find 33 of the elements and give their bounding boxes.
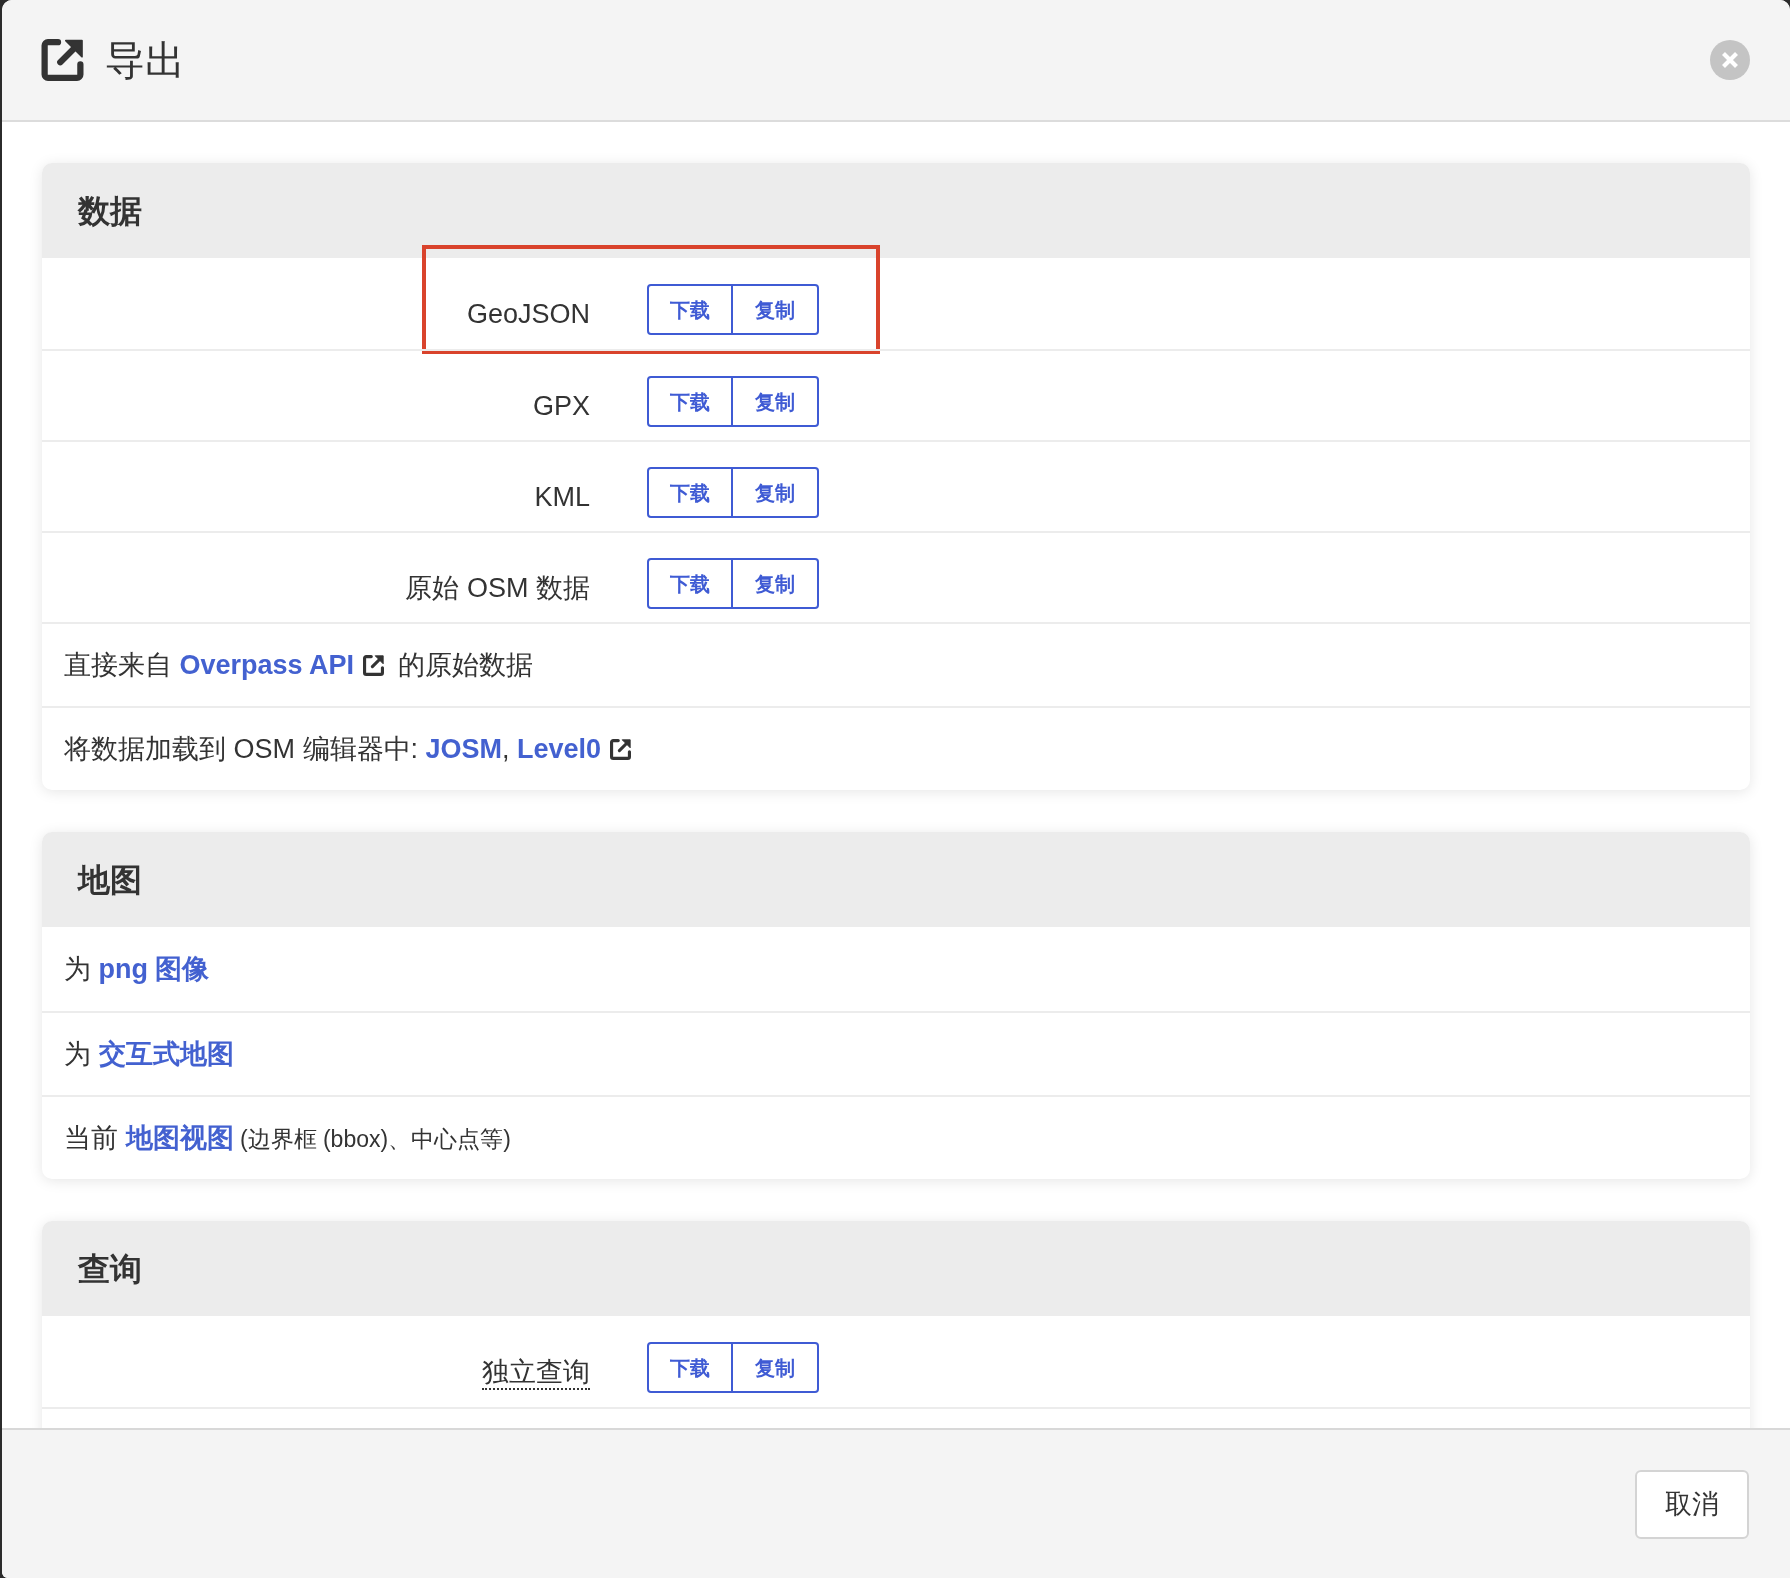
cancel-button[interactable]: 取消 (1635, 1469, 1749, 1539)
format-label: 独立查询 (482, 1356, 590, 1390)
copy-button[interactable]: 复制 (733, 284, 819, 335)
download-button[interactable]: 下载 (647, 284, 733, 335)
download-button[interactable]: 下载 (647, 467, 733, 518)
close-icon[interactable] (1710, 40, 1750, 80)
download-button[interactable]: 下载 (647, 376, 733, 427)
format-label: KML (534, 481, 590, 514)
row-text: 为 png 图像 (64, 952, 210, 986)
dialog-title: 导出 (105, 40, 185, 80)
copy-button[interactable]: 复制 (733, 467, 819, 518)
export-icon (41, 39, 84, 81)
link[interactable]: 交互式地图 (98, 1038, 234, 1069)
row-text: 将数据加载到 OSM 编辑器中: JOSM, Level0 (64, 732, 638, 766)
link[interactable]: Level0 (517, 733, 602, 764)
link[interactable]: JOSM (425, 733, 503, 764)
row-text: 为 交互式地图 (64, 1037, 234, 1071)
row-text: 直接来自 Overpass API 的原始数据 (64, 648, 533, 682)
link[interactable]: Overpass API (179, 649, 355, 680)
row-text: 当前 地图视图 (边界框 (bbox)、中心点等) (64, 1121, 511, 1155)
copy-button[interactable]: 复制 (733, 1342, 819, 1393)
copy-button[interactable]: 复制 (733, 376, 819, 427)
format-label: GPX (532, 390, 590, 423)
download-button[interactable]: 下载 (647, 1342, 733, 1393)
link[interactable]: png 图像 (98, 953, 210, 984)
link[interactable]: 地图视图 (125, 1122, 234, 1153)
section-title: 查询 (78, 1252, 142, 1285)
format-label: 原始 OSM 数据 (405, 572, 590, 605)
section-title: 数据 (78, 194, 142, 227)
format-label: GeoJSON (466, 298, 590, 331)
download-button[interactable]: 下载 (647, 558, 733, 609)
section-title: 地图 (78, 863, 142, 896)
copy-button[interactable]: 复制 (733, 558, 819, 609)
